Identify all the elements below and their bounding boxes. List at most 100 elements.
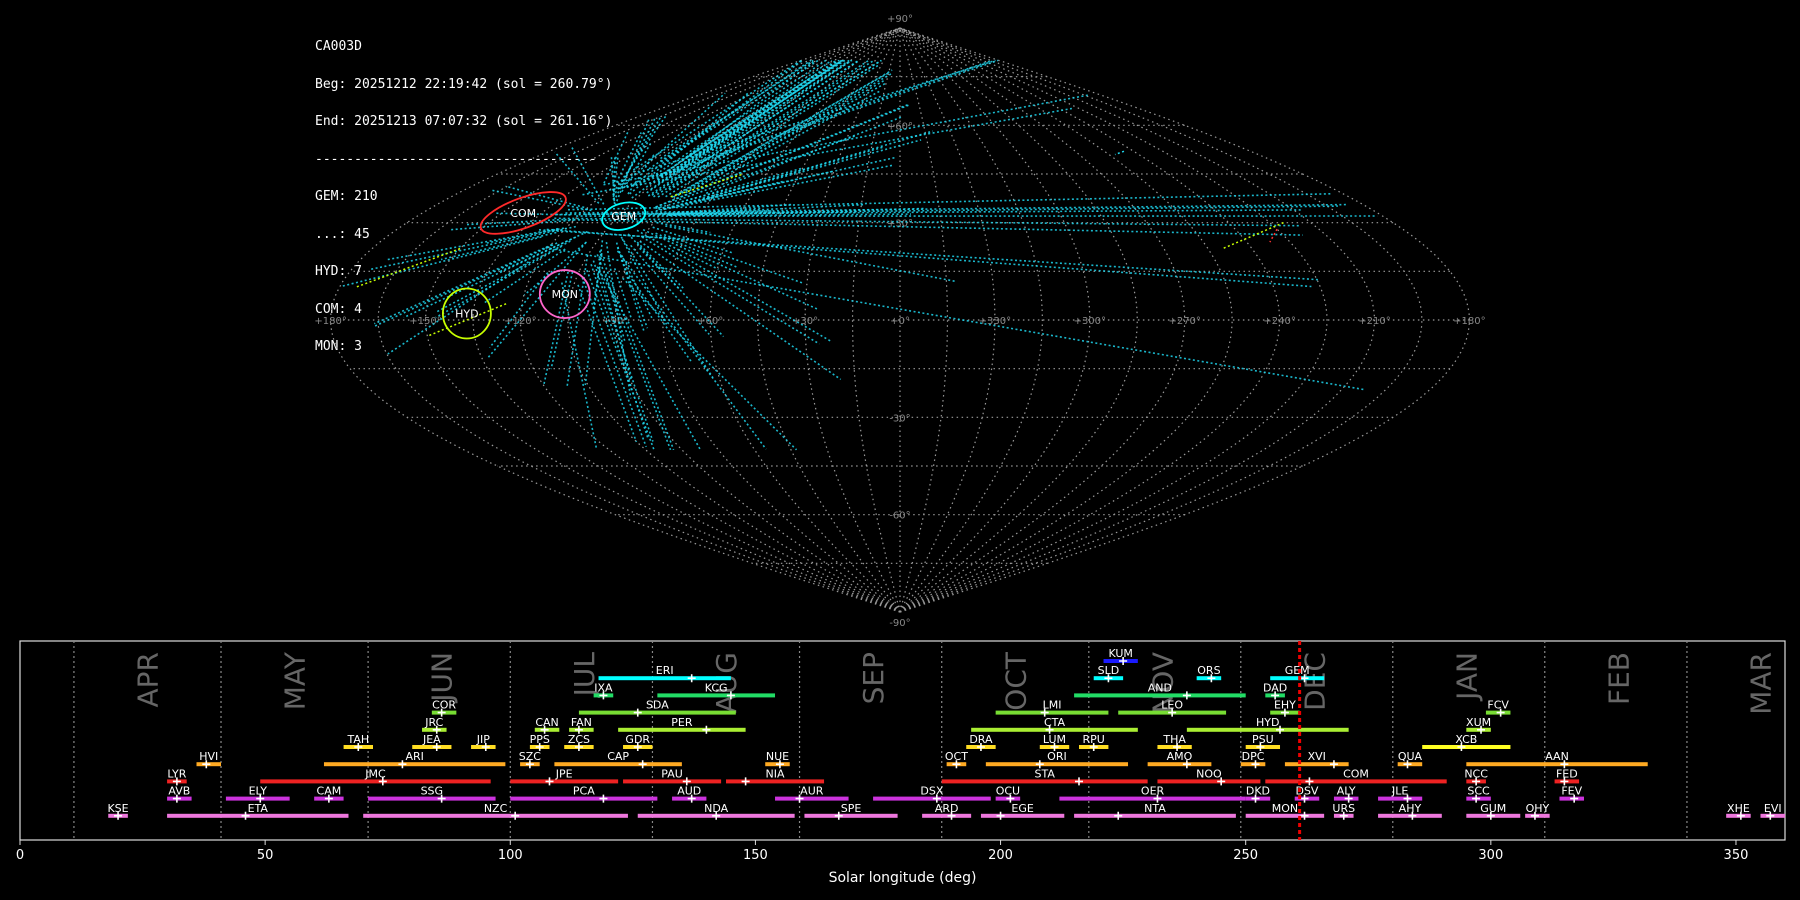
shower-peak-marker: [633, 708, 642, 717]
shower-label: EHY: [1274, 699, 1296, 712]
shower-label: CAP: [607, 750, 629, 763]
shower-label: EVI: [1764, 802, 1782, 815]
lon-tick-label: +240°: [1263, 316, 1295, 327]
month-label: MAR: [1744, 652, 1777, 715]
meteor-trail: [614, 117, 651, 206]
shower-label: FEV: [1561, 785, 1582, 798]
shower-label: ZCS: [568, 733, 590, 746]
month-label: FEB: [1602, 652, 1635, 705]
shower-label: SLD: [1098, 664, 1120, 677]
shower-label: JMC: [364, 767, 386, 780]
meteor-trail: [639, 240, 842, 381]
lon-tick-label: +180°: [1453, 316, 1485, 327]
shower-label: PSU: [1252, 733, 1274, 746]
shower-label: ORI: [1047, 750, 1067, 763]
meteor-trail: [584, 205, 1338, 216]
shower-label: OCU: [996, 785, 1020, 798]
shower-label: AVB: [168, 785, 190, 798]
radiant-label-com: COM: [510, 207, 536, 220]
meteor-trail: [672, 69, 893, 198]
meteor-trail: [505, 185, 585, 209]
shower-label: COM: [1343, 767, 1369, 780]
lat-tick-label: -60°: [889, 511, 910, 522]
shower-label: DAD: [1263, 681, 1287, 694]
lon-tick-label: +300°: [1074, 316, 1106, 327]
x-tick-label: 350: [1724, 848, 1749, 863]
meteor-trail: [554, 151, 600, 204]
shower-label: DRA: [969, 733, 993, 746]
shower-label: XHE: [1727, 802, 1750, 815]
month-label: OCT: [999, 651, 1032, 711]
shower-label: ORS: [1197, 664, 1220, 677]
x-tick-label: 250: [1233, 848, 1258, 863]
shower-peak-marker: [638, 760, 647, 769]
shower-label: JPE: [555, 767, 573, 780]
x-axis-label: Solar longitude (deg): [829, 870, 977, 886]
shower-label: OCT: [945, 750, 968, 763]
meteor-trail: [622, 277, 798, 451]
x-tick-label: 50: [257, 848, 274, 863]
x-tick-label: 150: [743, 848, 768, 863]
shower-label: OER: [1141, 785, 1165, 798]
shower-peak-marker: [741, 777, 750, 786]
shower-label: AAN: [1545, 750, 1569, 763]
meteor-trail: [642, 228, 819, 311]
sky-map: +180°+150°+120°+90°+60°+30°+0°+330°+300°…: [314, 14, 1485, 629]
lat-tick-label: -30°: [889, 413, 910, 424]
lon-tick-label: +120°: [504, 316, 536, 327]
shower-label: KSE: [107, 802, 128, 815]
shower-peak-marker: [996, 811, 1005, 820]
shower-label: CAM: [317, 785, 342, 798]
shower-label: HVI: [199, 750, 218, 763]
shower-label: ELY: [249, 785, 268, 798]
meteor-trail: [489, 272, 549, 349]
shower-label: FAN: [571, 716, 592, 729]
meteor-trail: [647, 59, 852, 197]
month-label: JAN: [1450, 652, 1483, 702]
month-label: APR: [131, 652, 164, 708]
shower-label: PAU: [661, 767, 683, 780]
meteor-trail: [598, 250, 675, 451]
meteor-trail: [354, 247, 461, 289]
meteor-trail: [603, 131, 629, 184]
shower-label: KCG: [705, 681, 728, 694]
radiant-label-gem: GEM: [611, 210, 636, 223]
radiant-label-hyd: HYD: [455, 308, 478, 321]
x-tick-label: 300: [1478, 848, 1503, 863]
month-label: DEC: [1298, 652, 1331, 711]
meteor-trail: [1269, 228, 1278, 243]
shower-label: NUE: [766, 750, 789, 763]
meteor-trail: [341, 236, 542, 288]
meteor-trail: [566, 254, 589, 388]
shower-label: SZC: [519, 750, 542, 763]
shower-label: DSX: [920, 785, 943, 798]
shower-label: URS: [1332, 802, 1355, 815]
shower-label: AHY: [1399, 802, 1422, 815]
shower-label: NIA: [766, 767, 785, 780]
shower-label: PPS: [530, 733, 550, 746]
shower-label: GEM: [1285, 664, 1310, 677]
meteor-trail: [1222, 221, 1284, 250]
shower-label: NZC: [484, 802, 508, 815]
lat-tick-label: +90°: [887, 14, 913, 25]
shower-label: XCB: [1455, 733, 1477, 746]
meteor-trail: [582, 107, 1073, 196]
shower-peak-marker: [1329, 760, 1338, 769]
shower-label: AND: [1148, 681, 1172, 694]
shower-label: THA: [1162, 733, 1186, 746]
month-label: SEP: [857, 652, 890, 704]
shower-label: LMI: [1043, 699, 1062, 712]
meteor-trail: [656, 221, 711, 234]
meteor-trail: [440, 231, 557, 261]
shower-label: JIP: [476, 733, 490, 746]
lon-tick-label: +0°: [890, 316, 910, 327]
shower-label: LEO: [1161, 699, 1183, 712]
shower-label: NTA: [1144, 802, 1166, 815]
lat-tick-label: +30°: [887, 219, 913, 230]
shower-label: GUM: [1480, 802, 1506, 815]
shower-label: AUD: [677, 785, 701, 798]
shower-label: ERI: [656, 664, 674, 677]
shower-label: NOO: [1196, 767, 1222, 780]
radiant-label-mon: MON: [552, 288, 578, 301]
shower-peak-marker: [687, 674, 696, 683]
